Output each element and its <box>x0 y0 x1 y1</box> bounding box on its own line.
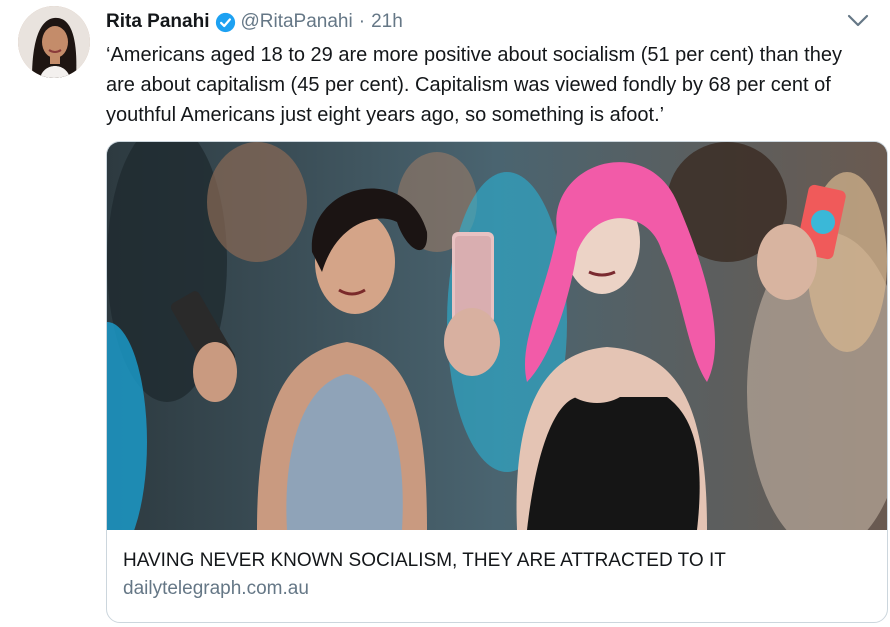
separator-dot: · <box>358 11 366 32</box>
tweet-text: ‘Americans aged 18 to 29 are more positi… <box>106 44 842 126</box>
author-handle[interactable]: @RitaPanahi <box>240 11 352 33</box>
tweet: Rita Panahi @RitaPanahi · 21h ‘Americans… <box>0 0 890 627</box>
avatar[interactable] <box>18 6 90 78</box>
tweet-header: Rita Panahi @RitaPanahi · 21h <box>106 8 403 36</box>
author-name[interactable]: Rita Panahi <box>106 11 209 33</box>
card-domain[interactable]: dailytelegraph.com.au <box>123 578 309 600</box>
chevron-down-icon[interactable] <box>846 12 870 30</box>
link-card[interactable]: HAVING NEVER KNOWN SOCIALISM, THEY ARE A… <box>106 141 888 623</box>
card-image[interactable] <box>107 142 887 562</box>
verified-badge-icon <box>216 12 236 32</box>
tweet-timestamp[interactable]: 21h <box>371 11 403 33</box>
card-title[interactable]: HAVING NEVER KNOWN SOCIALISM, THEY ARE A… <box>123 550 726 572</box>
